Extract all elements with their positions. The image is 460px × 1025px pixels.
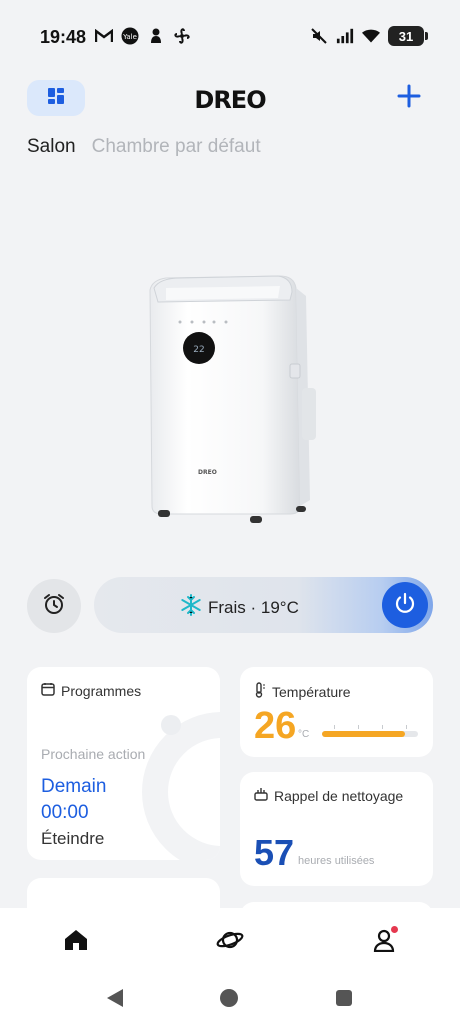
bottom-navigation [0,908,460,1025]
thermometer-icon [254,682,266,701]
temperature-title: Température [272,683,351,700]
status-bar: 19:48 Yale 31 [0,0,460,72]
mode-label: Frais · 19°C [208,597,299,617]
decorative-circle [142,712,220,860]
svg-text:DREO: DREO [198,469,217,476]
back-icon[interactable] [106,988,124,1013]
room-tabs: Salon Chambre par défaut [27,136,261,158]
tab-chambre[interactable]: Chambre par défaut [92,136,261,158]
yale-icon: Yale [121,27,139,45]
air-conditioner-illustration: 22 DREO [149,275,316,523]
temperature-value: 26 [254,705,297,747]
profile-notification-dot [391,926,398,933]
recent-apps-icon[interactable] [336,990,352,1006]
alarm-clock-icon [41,591,67,622]
mute-icon [310,27,328,45]
mode-control[interactable]: Frais · 19°C [94,577,433,633]
system-home-icon[interactable] [220,989,238,1007]
svg-text:Yale: Yale [122,33,137,41]
cleaning-hours-value: 57 [254,832,295,873]
temperature-ticks [322,725,418,729]
timer-button[interactable] [27,579,81,633]
brand-logo: DREO [194,86,266,114]
tab-salon[interactable]: Salon [27,136,76,158]
next-action-day: Demain [41,776,107,797]
cleaning-hours-unit: heures utilisées [298,855,375,867]
svg-text:22: 22 [193,345,204,355]
decorative-dot [161,715,181,735]
fan-icon [173,27,191,45]
explore-icon [216,928,244,957]
nav-profile[interactable] [364,924,404,960]
calendar-icon [41,682,55,699]
cleaning-icon [254,787,268,804]
power-button[interactable] [382,582,428,628]
cleaning-title: Rappel de nettoyage [274,787,404,804]
next-action-value: Éteindre [41,829,105,848]
wifi-icon [362,27,380,45]
programmes-title: Programmes [61,682,142,699]
cleaning-reminder-card[interactable]: Rappel de nettoyage 57 heures utilisées [240,772,433,886]
next-action-time: 00:00 [41,802,89,823]
power-icon [393,591,417,620]
status-time: 19:48 [40,27,87,47]
programmes-card[interactable]: Programmes Prochaine action Demain 00:00… [27,667,220,860]
system-navigation [0,988,460,1008]
temperature-bar-fill [322,731,405,737]
temperature-unit: °C [298,729,310,740]
gmail-icon [95,27,113,45]
status-notification-icons: Yale [95,27,191,45]
nav-explore[interactable] [210,924,250,960]
status-system-icons: 31 [310,26,428,46]
add-device-button[interactable] [394,80,424,116]
temperature-card[interactable]: Température 26 °C [240,667,433,757]
signal-icon [336,27,354,45]
next-action-label: Prochaine action [41,746,146,762]
snowflake-icon [180,594,202,621]
nav-home[interactable] [56,924,96,960]
device-image[interactable]: 22 DREO [140,268,330,528]
notification-icon [147,27,165,45]
battery-indicator: 31 [388,26,428,46]
temperature-bar [322,731,418,737]
plus-icon [397,84,421,113]
home-icon [63,928,89,957]
app-header: DREO [0,80,460,120]
